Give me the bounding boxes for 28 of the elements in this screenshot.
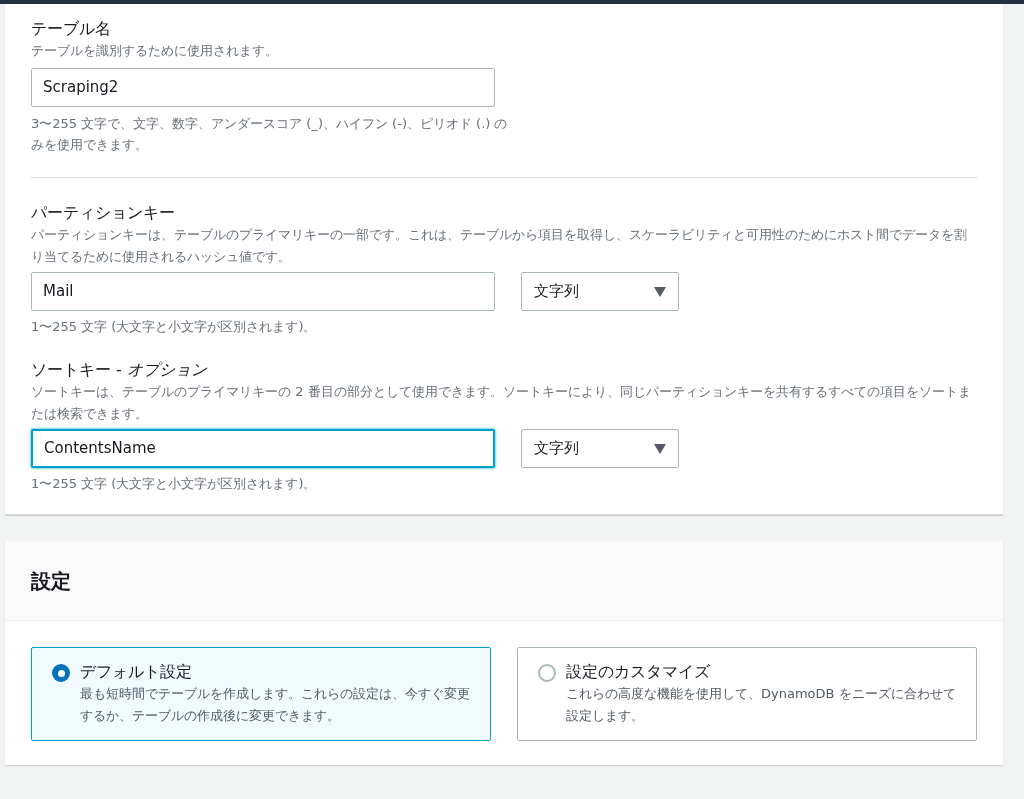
type-select[interactable]: 文字列 <box>521 272 679 311</box>
type-select[interactable]: 文字列 <box>521 429 679 468</box>
section-title: 設定 <box>31 567 71 595</box>
field-label: テーブル名 <box>31 18 112 40</box>
radio-button[interactable] <box>538 664 556 682</box>
field-description: パーティションキーは、テーブルのプライマリキーの一部です。これは、テーブルから項目を取得し、スケーラビリティと可用性のためにホスト間でデータを割り当てるために使用されるハッシュ値です。 <box>31 226 968 266</box>
field-label: パーティションキー <box>31 202 176 224</box>
field-description: テーブルを識別するために使用されます。 <box>31 42 279 60</box>
radio-button[interactable] <box>52 664 70 682</box>
option-tile[interactable]: デフォルト設定 最も短時間でテーブルを作成します。これらの設定は、今すぐ変更するか、テーブルの作成後に変更できます。 <box>31 647 491 741</box>
option-label: 設定のカスタマイズ <box>566 661 711 683</box>
field-description: ソートキーは、テーブルのプライマリキーの 2 番目の部分として使用できます。ソートキーにより、同じパーティションキーを共有するすべての項目をソートまたは検索できます。 <box>31 383 972 423</box>
field-hint: 1〜255 文字 (大文字と小文字が区別されます)。 <box>31 475 318 493</box>
field-hint: 3〜255 文字で、文字、数字、アンダースコア (_)、ハイフン (-)、ピリオド (.) のみを使用できます。 <box>31 115 509 154</box>
dropdown-caret-icon <box>654 443 666 454</box>
text-input[interactable]: Scraping2 <box>43 76 483 99</box>
text-field[interactable]: Scraping2 <box>31 68 495 107</box>
field-hint: 1〜255 文字 (大文字と小文字が区別されます)。 <box>31 318 318 336</box>
field-label: ソートキー - オプション <box>31 359 208 381</box>
option-description: 最も短時間でテーブルを作成します。これらの設定は、今すぐ変更するか、テーブルの作成後に変更できます。 <box>80 685 470 725</box>
option-label: デフォルト設定 <box>80 661 193 683</box>
option-tile[interactable]: 設定のカスタマイズ これらの高度な機能を使用して、DynamoDB をニーズに合わせて設定します。 <box>517 647 977 741</box>
text-input[interactable]: ContentsName <box>44 437 482 460</box>
text-input[interactable]: Mail <box>43 280 483 303</box>
dropdown-caret-icon <box>654 286 666 297</box>
text-field[interactable]: Mail <box>31 272 495 311</box>
option-description: これらの高度な機能を使用して、DynamoDB をニーズに合わせて設定します。 <box>566 685 956 725</box>
text-field[interactable]: ContentsName <box>31 429 495 468</box>
